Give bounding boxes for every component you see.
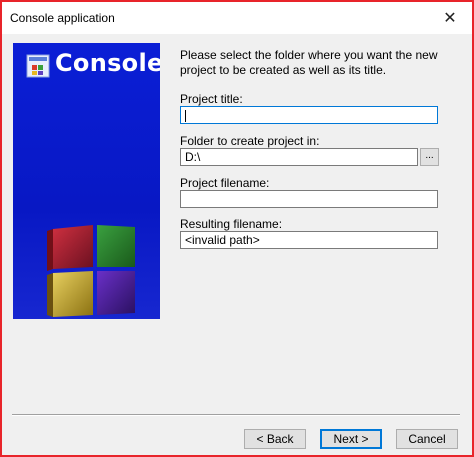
banner-title: Console <box>55 49 160 77</box>
title-bar: Console application ✕ <box>2 2 472 34</box>
text-caret <box>185 109 186 122</box>
next-button[interactable]: Next > <box>320 429 382 449</box>
resulting-filename-value: <invalid path> <box>185 233 260 247</box>
folder-value: D:\ <box>185 150 201 164</box>
project-title-input[interactable] <box>180 106 438 124</box>
cancel-button[interactable]: Cancel <box>396 429 458 449</box>
codeblocks-logo-icon <box>26 54 50 78</box>
folder-label: Folder to create project in: <box>180 134 320 148</box>
project-title-label: Project title: <box>180 92 243 106</box>
intro-text: Please select the folder where you want … <box>180 48 438 77</box>
project-filename-label: Project filename: <box>180 176 270 190</box>
back-button[interactable]: < Back <box>244 429 306 449</box>
wizard-banner: Console <box>13 43 160 319</box>
close-button[interactable]: ✕ <box>428 2 472 34</box>
folder-input[interactable]: D:\ <box>180 148 418 166</box>
project-filename-input[interactable] <box>180 190 438 208</box>
form-area: Please select the folder where you want … <box>180 48 442 78</box>
browse-folder-button[interactable]: ... <box>420 148 439 166</box>
button-separator <box>12 414 460 416</box>
window-title: Console application <box>10 11 115 25</box>
codeblocks-cubes-icon <box>47 225 135 317</box>
close-icon: ✕ <box>443 10 457 27</box>
resulting-filename-label: Resulting filename: <box>180 217 283 231</box>
resulting-filename-field: <invalid path> <box>180 231 438 249</box>
dialog-window: Console application ✕ Console Please sel… <box>0 0 474 457</box>
